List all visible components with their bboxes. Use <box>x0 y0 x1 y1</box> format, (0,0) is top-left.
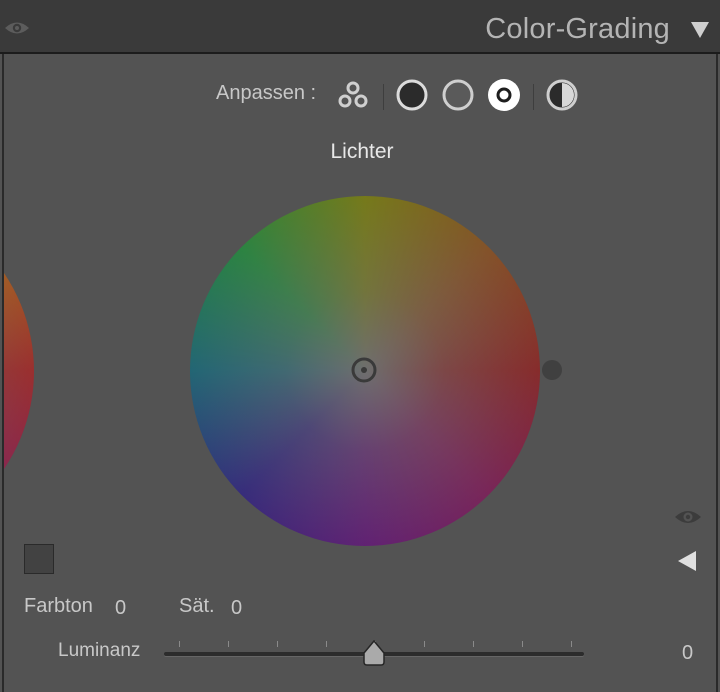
half-circle-icon[interactable] <box>545 78 579 112</box>
adjust-label: Anpassen : <box>216 82 317 104</box>
panel-header[interactable]: Color-Grading <box>0 0 720 54</box>
slider-tick <box>277 641 278 647</box>
slider-tick <box>522 641 523 647</box>
hue-value[interactable]: 0 <box>115 597 126 620</box>
wheel-title: Lichter <box>330 140 394 163</box>
separator <box>383 84 384 110</box>
eye-icon[interactable] <box>674 508 702 531</box>
luminance-label: Luminanz <box>58 640 141 661</box>
wheel-handle-icon[interactable] <box>350 356 378 389</box>
panel-title: Color-Grading <box>485 13 670 45</box>
slider-tick <box>473 641 474 647</box>
ring-dot-icon[interactable] <box>487 78 521 112</box>
slider-tick <box>571 641 572 647</box>
slider-tick <box>179 641 180 647</box>
hollow-circle-icon[interactable] <box>441 78 475 112</box>
slider-tick <box>228 641 229 647</box>
slider-tick <box>424 641 425 647</box>
saturation-handle[interactable] <box>542 360 562 380</box>
slider-tick <box>326 641 327 647</box>
triangle-down-icon[interactable] <box>690 21 710 44</box>
color-swatch[interactable] <box>24 544 54 574</box>
filled-circle-icon[interactable] <box>395 78 429 112</box>
luminance-value[interactable]: 0 <box>682 642 693 665</box>
hue-label: Farbton <box>24 595 93 617</box>
triangle-left-icon[interactable] <box>676 550 698 577</box>
saturation-value[interactable]: 0 <box>231 597 242 620</box>
saturation-label: Sät. <box>179 595 215 617</box>
color-grading-panel: Anpassen : Lichter Farbton 0 Sät. 0 Lumi… <box>2 54 718 692</box>
side-color-wheel <box>4 196 34 546</box>
three-circles-icon[interactable] <box>336 78 370 112</box>
eye-icon[interactable] <box>4 20 30 41</box>
separator <box>533 84 534 110</box>
slider-thumb[interactable] <box>362 639 386 671</box>
